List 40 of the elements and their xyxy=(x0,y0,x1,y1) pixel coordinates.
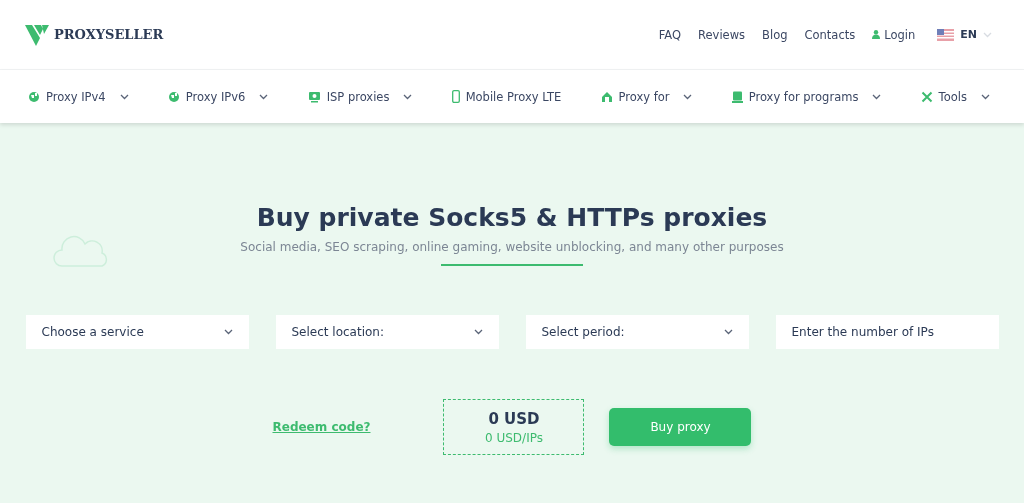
input-field[interactable]: Enter the number of IPs xyxy=(775,315,999,349)
select-field[interactable]: Select location: xyxy=(275,315,499,349)
caret-icon xyxy=(119,93,129,100)
select-field[interactable]: Choose a service xyxy=(25,315,249,349)
header-link[interactable]: Contacts xyxy=(804,27,856,42)
nav-menu-item[interactable]: Tools xyxy=(920,89,990,104)
language-selector[interactable]: EN xyxy=(937,28,992,41)
caret-icon xyxy=(983,31,992,38)
nav-menu-item[interactable]: ISP proxies xyxy=(307,89,413,104)
house-icon xyxy=(600,90,613,103)
globe-icon xyxy=(167,90,180,103)
hero-title: Buy private Socks5 & HTTPs proxies xyxy=(256,203,768,232)
flag-icon xyxy=(937,28,955,41)
user-icon xyxy=(872,30,881,39)
header-link[interactable]: Blog xyxy=(762,27,788,42)
nav-menu-item[interactable]: Mobile Proxy LTE xyxy=(451,89,562,104)
caret-icon xyxy=(259,93,269,100)
phone-icon xyxy=(451,90,460,103)
monitor-icon xyxy=(307,90,321,103)
app-icon xyxy=(731,90,743,103)
caret-icon xyxy=(473,329,483,335)
price-per-ip: 0 USD/IPs xyxy=(485,430,543,445)
caret-icon xyxy=(980,93,990,100)
logo-text: PROXYSELLER xyxy=(54,27,164,42)
header-link[interactable]: Reviews xyxy=(698,27,746,42)
caret-icon xyxy=(683,93,693,100)
caret-icon xyxy=(872,93,882,100)
hero-subtitle: Social media, SEO scraping, online gaming, website unblocking, and many other purposes xyxy=(240,240,784,254)
caret-icon xyxy=(223,329,233,335)
caret-icon xyxy=(723,329,733,335)
nav-menu-item[interactable]: Proxy IPv4 xyxy=(28,89,129,104)
nav-menu-item[interactable]: Proxy for xyxy=(600,89,693,104)
price-total: 0 USD xyxy=(488,409,540,428)
nav-menu-item[interactable]: Proxy IPv6 xyxy=(167,89,269,104)
globe-icon xyxy=(28,90,40,103)
header-link[interactable]: FAQ xyxy=(658,27,682,42)
nav-menu-item[interactable]: Proxy for programs xyxy=(731,89,882,104)
caret-icon xyxy=(403,93,413,100)
select-field[interactable]: Select period: xyxy=(525,315,749,349)
login-link[interactable]: Login xyxy=(872,27,916,42)
